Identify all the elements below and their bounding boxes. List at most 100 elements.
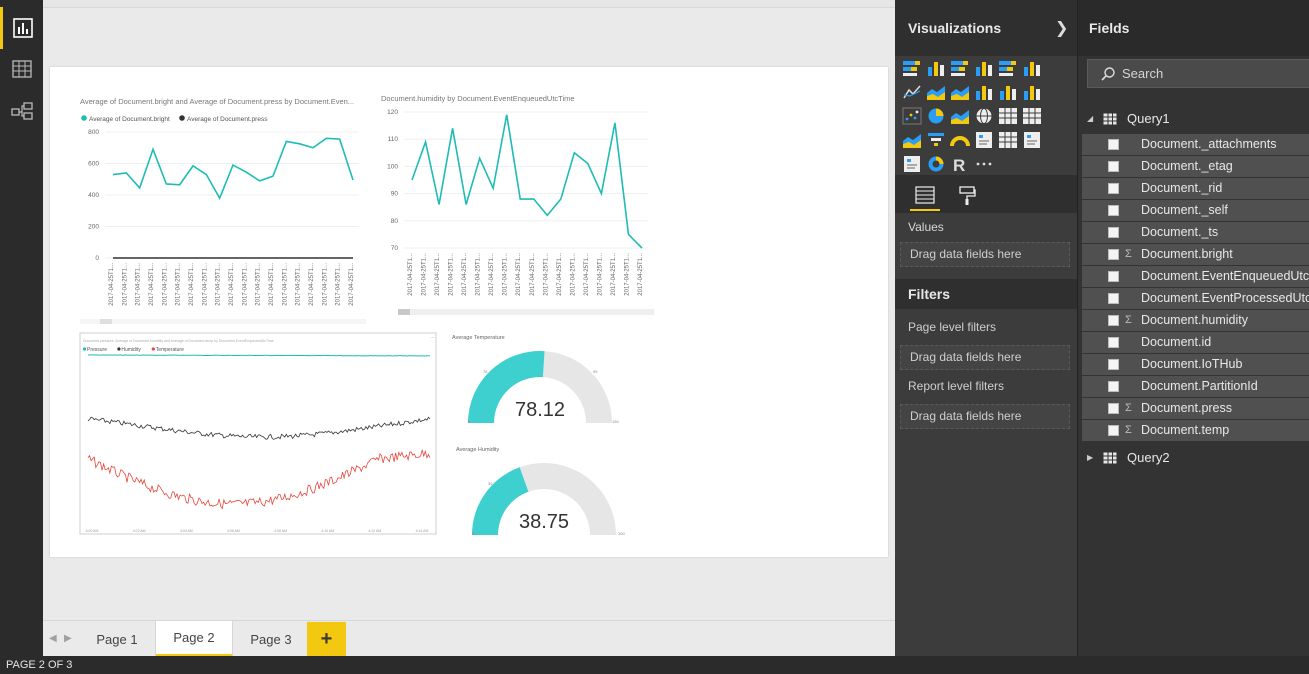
stacked-area-icon[interactable] — [950, 83, 970, 101]
field-row[interactable]: Document._self — [1082, 200, 1309, 221]
field-checkbox[interactable] — [1108, 183, 1119, 194]
visual3-more-options[interactable]: ⋯ — [430, 335, 435, 341]
pie-icon[interactable] — [926, 107, 946, 125]
table-query1[interactable]: ◢ Query1 — [1078, 108, 1309, 130]
field-row[interactable]: Σ Document.press — [1082, 398, 1309, 419]
chevron-right-icon[interactable]: ❯ — [1055, 18, 1068, 38]
tab-next-arrow[interactable]: ▶ — [64, 633, 72, 644]
report-filters-drop-zone[interactable]: Drag data fields here — [900, 404, 1070, 429]
field-row[interactable]: Document.id — [1082, 332, 1309, 353]
relationships-view-button[interactable] — [0, 90, 43, 132]
field-checkbox[interactable] — [1108, 381, 1119, 392]
collapsed-arrow-icon[interactable]: ▶ — [1087, 447, 1093, 469]
scatter-icon[interactable] — [902, 107, 922, 125]
filled-map-icon[interactable] — [902, 131, 922, 149]
field-row[interactable]: Document.EventEnqueuedUtcTime — [1082, 266, 1309, 287]
gauge-icon[interactable] — [950, 131, 970, 149]
line-clustered-column-icon[interactable] — [998, 83, 1018, 101]
visual2-scrollbar[interactable] — [398, 309, 410, 315]
visual-pressure-humidity-temp-chart[interactable]: Document.pressure, Average of Document.h… — [79, 332, 437, 535]
field-row[interactable]: Document._rid — [1082, 178, 1309, 199]
expanded-arrow-icon[interactable]: ◢ — [1087, 108, 1093, 130]
visual1-xtick: 2017-04-25T1... — [122, 263, 128, 306]
field-row[interactable]: Document._etag — [1082, 156, 1309, 177]
clustered-bar-icon[interactable] — [950, 59, 970, 77]
visual3-xtick: 4:02 AM — [133, 529, 146, 533]
values-drop-zone[interactable]: Drag data fields here — [900, 242, 1070, 267]
clustered-column-icon[interactable] — [974, 59, 994, 77]
field-checkbox[interactable] — [1108, 359, 1119, 370]
field-row[interactable]: Document._ts — [1082, 222, 1309, 243]
field-checkbox[interactable] — [1108, 337, 1119, 348]
field-checkbox[interactable] — [1108, 227, 1119, 238]
treemap-icon[interactable] — [950, 107, 970, 125]
page-filters-drop-zone[interactable]: Drag data fields here — [900, 345, 1070, 370]
field-checkbox[interactable] — [1108, 425, 1119, 436]
100-column-icon[interactable] — [1022, 59, 1042, 77]
line-chart-icon[interactable] — [902, 83, 922, 101]
visual-tools-bar — [895, 175, 1077, 213]
kpi-icon[interactable] — [1022, 131, 1042, 149]
field-checkbox[interactable] — [1108, 271, 1119, 282]
tab-page-1[interactable]: Page 1 — [79, 621, 156, 657]
stacked-column-icon[interactable] — [926, 59, 946, 77]
add-page-button[interactable]: + — [307, 622, 346, 656]
table-icon[interactable] — [998, 107, 1018, 125]
tab-prev-arrow[interactable]: ◀ — [49, 633, 57, 644]
r-visual-icon[interactable]: R — [950, 155, 970, 175]
field-row[interactable]: Document.IoTHub — [1082, 354, 1309, 375]
field-checkbox[interactable] — [1108, 205, 1119, 216]
report-page: Average of Document.bright and Average o… — [50, 67, 888, 557]
matrix-icon[interactable] — [1022, 107, 1042, 125]
slicer-icon[interactable] — [902, 155, 922, 173]
gauge-average-humidity[interactable]: Average Humidity 38.75 0 100 39 — [456, 447, 625, 536]
table-query2[interactable]: ▶ Query2 — [1078, 447, 1309, 469]
field-row[interactable]: Document.EventProcessedUtcTime — [1082, 288, 1309, 309]
values-label: Values — [908, 220, 944, 234]
visual2-ytick: 80 — [391, 218, 399, 225]
visual1-xtick: 2017-04-25T1... — [309, 263, 315, 306]
data-view-button[interactable] — [0, 48, 43, 90]
visual2-ytick: 70 — [391, 245, 399, 252]
area-chart-icon[interactable] — [926, 83, 946, 101]
table-name: Query2 — [1127, 450, 1170, 465]
visual1-ytick: 400 — [88, 192, 99, 199]
visual-bright-press-line-chart[interactable]: Average of Document.bright and Average o… — [80, 97, 366, 324]
field-row[interactable]: Document._attachments — [1082, 134, 1309, 155]
visual1-xtick: 2017-04-25T1... — [202, 263, 208, 306]
100-bar-icon[interactable] — [998, 59, 1018, 77]
visual2-series-1-line[interactable] — [411, 114, 643, 249]
map-icon[interactable] — [974, 107, 994, 125]
donut-icon[interactable] — [926, 155, 946, 173]
field-checkbox[interactable] — [1108, 161, 1119, 172]
visual1-series-1-line[interactable] — [112, 137, 354, 200]
field-checkbox[interactable] — [1108, 403, 1119, 414]
fields-well-tab[interactable] — [910, 181, 940, 211]
more-visuals-icon[interactable] — [974, 155, 994, 173]
visual-humidity-line-chart[interactable]: Document.humidity by Document.EventEnque… — [381, 94, 654, 315]
funnel-icon[interactable] — [926, 131, 946, 149]
fields-search-input[interactable]: Search — [1087, 59, 1309, 88]
field-row[interactable]: Σ Document.temp — [1082, 420, 1309, 441]
gauge-average-temperature[interactable]: Average Temperature 78.12 0 150 78 95 — [452, 335, 619, 424]
table-icon — [1103, 452, 1117, 464]
field-row[interactable]: Document.PartitionId — [1082, 376, 1309, 397]
visual1-xtick: 2017-04-25T1... — [136, 263, 142, 306]
field-row[interactable]: Σ Document.humidity — [1082, 310, 1309, 331]
stacked-bar-icon[interactable] — [902, 59, 922, 77]
gauge1-value: 78.12 — [515, 399, 565, 421]
format-tab[interactable] — [952, 181, 982, 211]
field-checkbox[interactable] — [1108, 293, 1119, 304]
field-checkbox[interactable] — [1108, 139, 1119, 150]
card-icon[interactable] — [974, 131, 994, 149]
report-view-button[interactable] — [0, 7, 43, 49]
multi-row-card-icon[interactable] — [998, 131, 1018, 149]
line-column-icon[interactable] — [974, 83, 994, 101]
tab-page-2[interactable]: Page 2 — [156, 621, 233, 657]
field-checkbox[interactable] — [1108, 249, 1119, 260]
field-row[interactable]: Σ Document.bright — [1082, 244, 1309, 265]
waterfall-icon[interactable] — [1022, 83, 1042, 101]
field-checkbox[interactable] — [1108, 315, 1119, 326]
tab-page-3[interactable]: Page 3 — [233, 621, 310, 657]
visual1-legend-2: Average of Document.press — [187, 116, 268, 123]
